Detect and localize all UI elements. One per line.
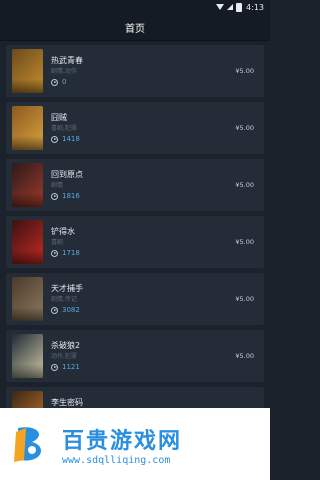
movie-genre: 喜剧,犯罪 <box>51 125 77 132</box>
watermark-banner: 百贵游戏网 www.sdqlliqing.com <box>0 408 270 480</box>
play-count: 1418 <box>62 135 80 143</box>
movie-card[interactable]: 囧贼 喜剧,犯罪 1418 ¥5.00 <box>6 102 264 154</box>
play-count-icon <box>51 135 58 143</box>
movie-poster <box>12 277 43 321</box>
title-bar: 首页 <box>0 14 270 41</box>
movie-price: ¥5.00 <box>235 181 254 189</box>
movie-card[interactable]: 杀破狼2 动作,犯罪 1121 ¥5.00 <box>6 330 264 382</box>
movie-poster <box>12 106 43 150</box>
movie-title: 囧贼 <box>51 113 67 122</box>
play-count: 1816 <box>62 192 80 200</box>
play-count-icon <box>51 363 58 371</box>
movie-genre: 剧情,动作 <box>51 68 77 75</box>
movie-title: 热武青春 <box>51 56 83 65</box>
movie-price: ¥5.00 <box>235 352 254 360</box>
movie-genre: 喜剧 <box>51 239 64 246</box>
signal-icon <box>227 4 234 10</box>
play-count: 1121 <box>62 363 80 371</box>
status-time: 4:13 <box>246 2 264 12</box>
movie-title: 天才捕手 <box>51 284 83 293</box>
movie-card[interactable]: 天才捕手 剧情,传记 3082 ¥5.00 <box>6 273 264 325</box>
movie-price: ¥5.00 <box>235 124 254 132</box>
play-count-icon <box>51 306 58 314</box>
play-count: 3082 <box>62 306 80 314</box>
movie-title: 回到原点 <box>51 170 83 179</box>
wifi-icon <box>216 4 225 10</box>
movie-price: ¥5.00 <box>235 67 254 75</box>
play-count-icon <box>51 78 58 86</box>
movie-card[interactable]: 回到原点 剧情 1816 ¥5.00 <box>6 159 264 211</box>
play-count-icon <box>51 192 58 200</box>
play-count-icon <box>51 249 58 257</box>
movie-card[interactable]: 热武青春 剧情,动作 0 ¥5.00 <box>6 45 264 97</box>
movie-poster <box>12 49 43 93</box>
movie-genre: 剧情 <box>51 182 64 189</box>
movie-genre: 动作,犯罪 <box>51 353 77 360</box>
watermark-url: www.sdqlliqing.com <box>62 454 171 466</box>
movie-poster <box>12 334 43 378</box>
movie-title: 铲得水 <box>51 227 75 236</box>
movie-price: ¥5.00 <box>235 238 254 246</box>
movie-title: 李生密码 <box>51 398 83 407</box>
status-bar: 4:13 <box>0 0 270 14</box>
play-count: 1718 <box>62 249 80 257</box>
play-count: 0 <box>62 78 67 86</box>
movie-poster <box>12 220 43 264</box>
status-icons <box>216 2 243 12</box>
battery-icon <box>236 2 243 12</box>
movie-price: ¥5.00 <box>235 295 254 303</box>
movie-title: 杀破狼2 <box>51 341 81 350</box>
page-title: 首页 <box>125 23 145 35</box>
brand-logo-icon <box>8 422 52 466</box>
movie-list: 热武青春 剧情,动作 0 ¥5.00 囧贼 喜剧,犯罪 1418 ¥5.00 回… <box>0 41 270 439</box>
movie-genre: 剧情,传记 <box>51 296 77 303</box>
movie-card[interactable]: 铲得水 喜剧 1718 ¥5.00 <box>6 216 264 268</box>
movie-poster <box>12 163 43 207</box>
watermark-brand: 百贵游戏网 <box>62 428 183 454</box>
